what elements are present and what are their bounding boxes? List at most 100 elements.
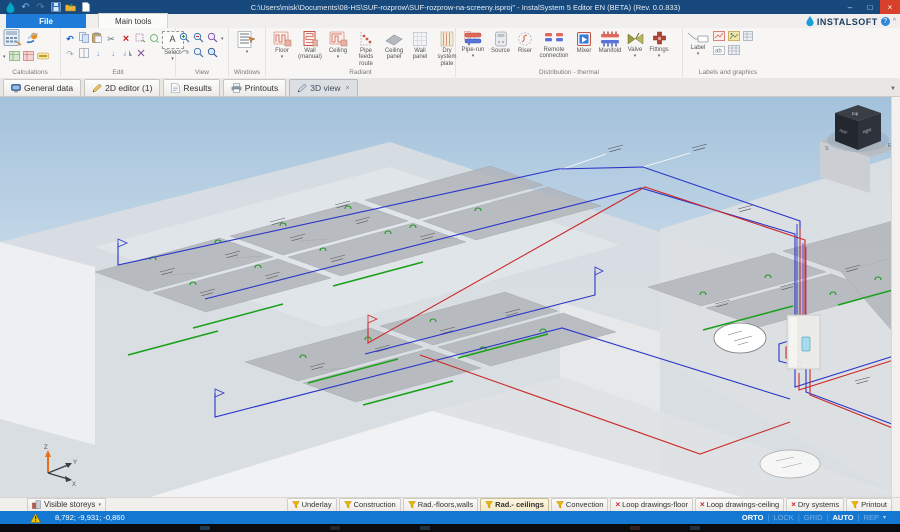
- calculations-dropdown-icon[interactable]: ▾: [3, 54, 6, 60]
- valve-button[interactable]: Valve ▾: [624, 31, 646, 60]
- zoom-selection-icon[interactable]: [207, 45, 218, 63]
- mixer-button[interactable]: Mixer: [572, 31, 596, 54]
- file-menu-button[interactable]: File: [6, 14, 86, 28]
- select-dropdown-icon[interactable]: ▾: [171, 57, 174, 62]
- mirror-icon[interactable]: [122, 45, 133, 63]
- save-icon[interactable]: [50, 2, 61, 13]
- view-dropdown-icon[interactable]: ▾: [221, 36, 224, 42]
- layer-dry-systems[interactable]: × Dry systems: [786, 498, 844, 512]
- minimize-button[interactable]: –: [840, 0, 860, 14]
- group-radiant: Floor ▾ Wall (manual) Ceiling ▾ Pipe fee…: [266, 28, 456, 77]
- fittings-dropdown-icon[interactable]: ▾: [658, 54, 661, 59]
- source-button[interactable]: Source: [488, 31, 513, 54]
- close-button[interactable]: ×: [880, 0, 900, 14]
- open-folder-icon[interactable]: [65, 2, 76, 13]
- cut-icon[interactable]: ✂: [105, 33, 117, 45]
- layer-on-icon: [408, 501, 416, 509]
- tab-2d-editor[interactable]: 2D editor (1): [84, 79, 160, 96]
- pipe-run-dropdown-icon[interactable]: ▾: [472, 54, 475, 59]
- redo-icon[interactable]: ↷: [35, 2, 46, 13]
- results-table-icon[interactable]: [9, 48, 20, 66]
- pipe-feeds-route-button[interactable]: Pipe feeds route: [352, 31, 380, 67]
- 3d-viewport[interactable]: S E top rear right Z Y X: [0, 97, 900, 497]
- results-page-icon: [171, 83, 180, 93]
- floor-dropdown-icon[interactable]: ▾: [281, 55, 284, 60]
- radiant-floor-button[interactable]: Floor ▾: [269, 31, 295, 61]
- viewport-scrollbar[interactable]: [891, 97, 900, 497]
- ribbon: ▾ Calculations ↶ ✂ ×: [0, 28, 900, 79]
- tab-printouts[interactable]: Printouts: [223, 79, 287, 96]
- undo-icon[interactable]: ↶: [64, 33, 76, 45]
- mode-rep[interactable]: REP: [864, 513, 879, 522]
- manifold-cabinet[interactable]: [787, 315, 820, 369]
- maximize-button[interactable]: □: [860, 0, 880, 14]
- help-icon[interactable]: ?: [881, 17, 890, 26]
- layer-loop-drawings-ceiling[interactable]: × Loop drawings-ceiling: [695, 498, 784, 512]
- tab-3d-view[interactable]: 3D view ×: [289, 79, 357, 96]
- group-calculations: ▾ Calculations: [0, 28, 61, 77]
- tab-main-tools[interactable]: Main tools: [98, 13, 168, 28]
- undo-icon[interactable]: ↶: [20, 2, 31, 13]
- mode-grid[interactable]: GRID: [804, 513, 823, 522]
- text-box-icon[interactable]: ab: [713, 42, 725, 60]
- layer-rad-ceilings-label: Rad.- ceilings: [495, 500, 544, 509]
- storeys-icon: [32, 500, 41, 509]
- pipe-run-button[interactable]: Pipe-run ▾: [459, 31, 487, 60]
- layer-rad-floors-walls[interactable]: Rad.-floors,walls: [403, 498, 478, 512]
- layer-construction[interactable]: Construction: [339, 498, 401, 512]
- fittings-button[interactable]: Fittings ▾: [647, 31, 671, 60]
- redo-icon[interactable]: ↷: [64, 48, 76, 60]
- remote-connection-button[interactable]: Remote connection: [537, 31, 571, 60]
- manifold-button[interactable]: Manifold: [597, 31, 623, 54]
- radiant-ceiling-button[interactable]: Ceiling ▾: [325, 31, 351, 61]
- format-painter-icon[interactable]: [149, 30, 159, 48]
- app-droplet-icon[interactable]: [5, 2, 16, 13]
- label-dropdown-icon[interactable]: ▾: [697, 52, 700, 57]
- rotate-icon[interactable]: [136, 45, 146, 63]
- mode-lock[interactable]: LOCK: [773, 513, 793, 522]
- ceiling-dropdown-icon[interactable]: ▾: [337, 55, 340, 60]
- ceiling-panel-button[interactable]: Ceiling panel: [381, 31, 407, 61]
- warning-icon[interactable]: [30, 513, 41, 523]
- move-down-icon[interactable]: ↓: [92, 48, 104, 60]
- valve-dropdown-icon[interactable]: ▾: [634, 54, 637, 59]
- brand-name: INSTALSOFT: [817, 17, 878, 27]
- layer-underlay[interactable]: Underlay: [287, 498, 337, 512]
- mode-orto[interactable]: ORTO: [742, 513, 764, 522]
- layer-loop-drawings-floor[interactable]: × Loop drawings-floor: [610, 498, 693, 512]
- tab-overflow-icon[interactable]: ▼: [890, 86, 896, 92]
- printer-icon: [231, 83, 242, 93]
- delete-icon[interactable]: ×: [120, 33, 132, 45]
- layer-printout[interactable]: Printout: [846, 498, 892, 512]
- layer-rad-ceilings[interactable]: Rad.- ceilings: [480, 498, 549, 512]
- label-button[interactable]: Label ▾: [686, 31, 710, 58]
- collapse-ribbon-icon[interactable]: ^: [893, 18, 896, 25]
- group-view: ▾ View: [176, 28, 229, 77]
- zoom-extents-icon[interactable]: [193, 45, 204, 63]
- wall-panel-button[interactable]: Wall panel: [408, 31, 432, 61]
- riser-button[interactable]: Riser: [514, 31, 536, 54]
- tab-general-data[interactable]: General data: [3, 79, 81, 96]
- layer-toggles: Underlay Construction Rad.-floors,walls …: [287, 498, 892, 512]
- radiant-wall-button[interactable]: Wall (manual): [296, 31, 324, 61]
- status-bar: 8,792; -9,931; -0,860 ORTO | LOCK | GRID…: [0, 511, 900, 524]
- windows-dropdown-icon[interactable]: ▾: [246, 50, 249, 55]
- duplicate-window-icon[interactable]: [79, 45, 89, 63]
- group-edit: ↶ ✂ × ↷ ↓ ↓: [61, 28, 176, 77]
- drop-down-icon[interactable]: ↓: [107, 48, 119, 60]
- layer-convection[interactable]: Convection: [551, 498, 609, 512]
- layer-underlay-label: Underlay: [302, 500, 332, 509]
- tab-close-icon[interactable]: ×: [346, 85, 350, 92]
- windows-button[interactable]: ▾: [232, 31, 262, 55]
- new-file-icon[interactable]: [80, 2, 91, 13]
- errors-table-icon[interactable]: [23, 48, 34, 66]
- modes-dropdown-icon[interactable]: ▾: [883, 514, 886, 521]
- paste-icon[interactable]: [92, 30, 102, 48]
- legend-table-icon[interactable]: [728, 42, 740, 60]
- tab-results[interactable]: Results: [163, 79, 219, 96]
- visible-storeys-dropdown[interactable]: Visible storeys ▾: [27, 498, 106, 512]
- data-table-icon[interactable]: [743, 28, 753, 46]
- diagnostics-icon[interactable]: [37, 48, 49, 66]
- pan-icon[interactable]: [179, 45, 190, 63]
- mode-auto[interactable]: AUTO: [832, 513, 853, 522]
